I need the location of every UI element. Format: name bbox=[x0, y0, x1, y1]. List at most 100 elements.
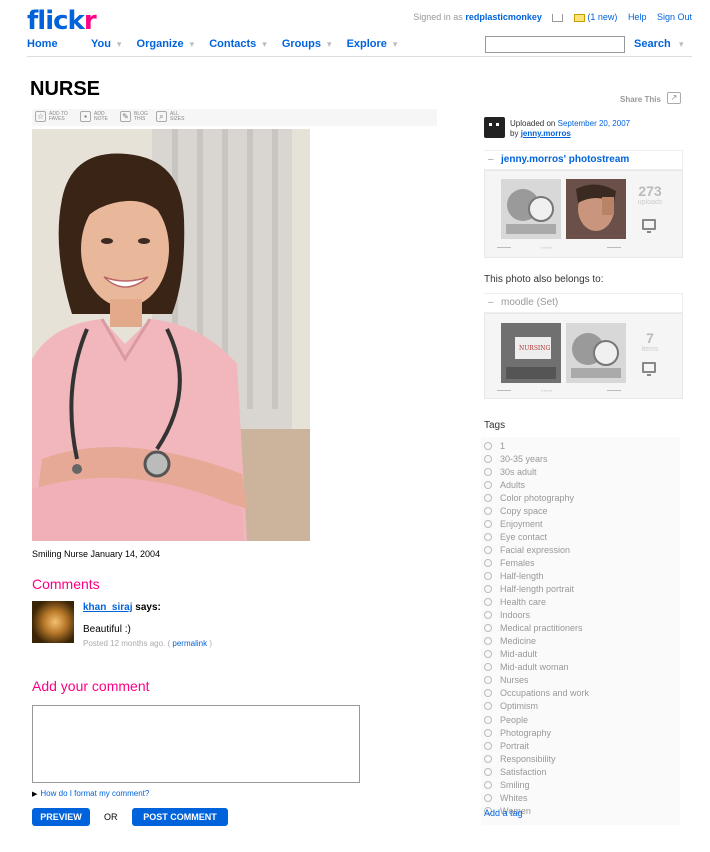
set-thumb[interactable]: NURSING bbox=[501, 323, 561, 383]
tag-icon bbox=[484, 571, 492, 580]
search-button[interactable]: Search bbox=[634, 38, 671, 50]
tag-label: Mid-adult woman bbox=[500, 662, 569, 673]
tag-item[interactable]: Copy space bbox=[484, 504, 589, 517]
tag-icon bbox=[484, 624, 492, 633]
tag-item[interactable]: 30s adult bbox=[484, 465, 589, 478]
upload-date-link[interactable]: September 20, 2007 bbox=[558, 119, 631, 128]
photostream-count[interactable]: 273 uploads bbox=[625, 183, 675, 206]
chevron-down-icon[interactable]: ▾ bbox=[190, 39, 195, 49]
tag-label: Half-length portrait bbox=[500, 584, 575, 595]
tag-item[interactable]: Females bbox=[484, 556, 589, 569]
permalink-link[interactable]: permalink bbox=[172, 639, 207, 648]
tag-label: 1 bbox=[500, 440, 506, 451]
tag-item[interactable]: Health care bbox=[484, 596, 589, 609]
tag-label: Females bbox=[500, 557, 535, 568]
share-this-link[interactable]: Share This bbox=[620, 95, 661, 104]
tag-item[interactable]: Satisfaction bbox=[484, 765, 589, 778]
tag-item[interactable]: Indoors bbox=[484, 609, 589, 622]
tag-item[interactable]: Portrait bbox=[484, 739, 589, 752]
tag-item[interactable]: Medical practitioners bbox=[484, 622, 589, 635]
blog-this-button[interactable]: ✎ Blog this bbox=[120, 111, 154, 122]
tag-icon bbox=[484, 585, 492, 594]
photostream-title[interactable]: jenny.morros' photostream bbox=[501, 151, 629, 169]
cart-icon[interactable] bbox=[552, 13, 564, 22]
photostream-thumb[interactable] bbox=[501, 179, 561, 239]
tag-item[interactable]: 1 bbox=[484, 439, 589, 452]
flickr-logo[interactable]: flickr bbox=[27, 6, 97, 36]
slideshow-icon[interactable] bbox=[642, 219, 656, 233]
photostream-thumb[interactable] bbox=[566, 179, 626, 239]
nav-groups[interactable]: Groups bbox=[282, 38, 321, 50]
tag-item[interactable]: Color photography bbox=[484, 491, 589, 504]
preview-button[interactable]: PREVIEW bbox=[32, 808, 90, 826]
nav-explore[interactable]: Explore bbox=[347, 38, 387, 50]
tag-item[interactable]: Optimism bbox=[484, 700, 589, 713]
tag-label: Optimism bbox=[500, 701, 538, 712]
main-photo[interactable] bbox=[32, 129, 310, 541]
mail-count-link[interactable]: (1 new) bbox=[587, 12, 617, 22]
chevron-down-icon[interactable]: ▾ bbox=[117, 39, 122, 49]
mail-icon[interactable] bbox=[573, 13, 585, 22]
tag-icon bbox=[484, 728, 492, 737]
tag-item[interactable]: Smiling bbox=[484, 778, 589, 791]
tag-icon bbox=[484, 467, 492, 476]
chevron-down-icon[interactable]: ▾ bbox=[262, 39, 267, 49]
tag-label: Whites bbox=[500, 792, 528, 803]
tag-item[interactable]: Facial expression bbox=[484, 543, 589, 556]
set-title[interactable]: moodle (Set) bbox=[501, 294, 558, 312]
share-icon[interactable]: ↗ bbox=[667, 92, 681, 104]
photo-caption: Smiling Nurse January 14, 2004 bbox=[32, 549, 161, 559]
add-note-button[interactable]: ▪ Add note bbox=[80, 111, 114, 122]
tag-label: Photography bbox=[500, 727, 552, 738]
nav-contacts[interactable]: Contacts bbox=[209, 38, 256, 50]
set-header[interactable]: – moodle (Set) bbox=[484, 293, 683, 313]
all-sizes-button[interactable]: ⌕ All sizes bbox=[156, 111, 190, 122]
tag-item[interactable]: 30-35 years bbox=[484, 452, 589, 465]
add-tag-link[interactable]: Add a tag bbox=[484, 808, 523, 818]
tag-item[interactable]: Half-length bbox=[484, 569, 589, 582]
photostream-header[interactable]: – jenny.morros' photostream bbox=[484, 150, 683, 170]
add-to-faves-button[interactable]: ☆ Add to faves bbox=[35, 111, 69, 122]
tag-item[interactable]: Photography bbox=[484, 726, 589, 739]
comment-author-link[interactable]: khan_siraj bbox=[83, 602, 132, 613]
set-count[interactable]: 7 items bbox=[625, 330, 675, 353]
format-help-link[interactable]: ▶ How do I format my comment? bbox=[32, 789, 149, 798]
tag-item[interactable]: Occupations and work bbox=[484, 687, 589, 700]
tag-item[interactable]: Nurses bbox=[484, 674, 589, 687]
tag-item[interactable]: Responsibility bbox=[484, 752, 589, 765]
tag-item[interactable]: Medicine bbox=[484, 635, 589, 648]
help-link[interactable]: Help bbox=[628, 12, 647, 22]
tag-item[interactable]: People bbox=[484, 713, 589, 726]
tag-item[interactable]: Adults bbox=[484, 478, 589, 491]
comment-textarea[interactable] bbox=[32, 705, 360, 783]
username-link[interactable]: redplasticmonkey bbox=[465, 12, 542, 22]
tag-item[interactable]: Enjoyment bbox=[484, 517, 589, 530]
tag-icon bbox=[484, 506, 492, 515]
nav-organize[interactable]: Organize bbox=[137, 38, 184, 50]
tags-list: 1 30-35 years 30s adult Adults Color photogr… bbox=[484, 439, 589, 817]
chevron-down-icon[interactable]: ▾ bbox=[679, 39, 684, 50]
tag-item[interactable]: Whites bbox=[484, 791, 589, 804]
collapse-icon[interactable]: – bbox=[488, 151, 494, 169]
sign-out-link[interactable]: Sign Out bbox=[657, 12, 692, 22]
search-input[interactable] bbox=[485, 36, 625, 53]
tag-item[interactable]: Half-length portrait bbox=[484, 583, 589, 596]
owner-buddy-icon[interactable] bbox=[484, 117, 505, 138]
chevron-down-icon[interactable]: ▾ bbox=[327, 39, 332, 49]
tag-item[interactable]: Mid-adult bbox=[484, 648, 589, 661]
nav-you[interactable]: You bbox=[91, 38, 111, 50]
collapse-icon[interactable]: – bbox=[488, 294, 494, 312]
avatar[interactable] bbox=[32, 601, 74, 643]
tag-item[interactable]: Mid-adult woman bbox=[484, 661, 589, 674]
tag-label: Occupations and work bbox=[500, 688, 590, 699]
nav-home[interactable]: Home bbox=[27, 38, 58, 50]
owner-link[interactable]: jenny.morros bbox=[521, 129, 571, 138]
signed-in-label: Signed in as bbox=[413, 12, 463, 22]
slideshow-icon[interactable] bbox=[642, 362, 656, 376]
tag-item[interactable]: Eye contact bbox=[484, 530, 589, 543]
tag-label: Half-length bbox=[500, 570, 544, 581]
post-comment-button[interactable]: POST COMMENT bbox=[132, 808, 228, 826]
chevron-down-icon[interactable]: ▾ bbox=[393, 39, 398, 49]
tag-label: Indoors bbox=[500, 610, 531, 621]
set-thumb[interactable] bbox=[566, 323, 626, 383]
